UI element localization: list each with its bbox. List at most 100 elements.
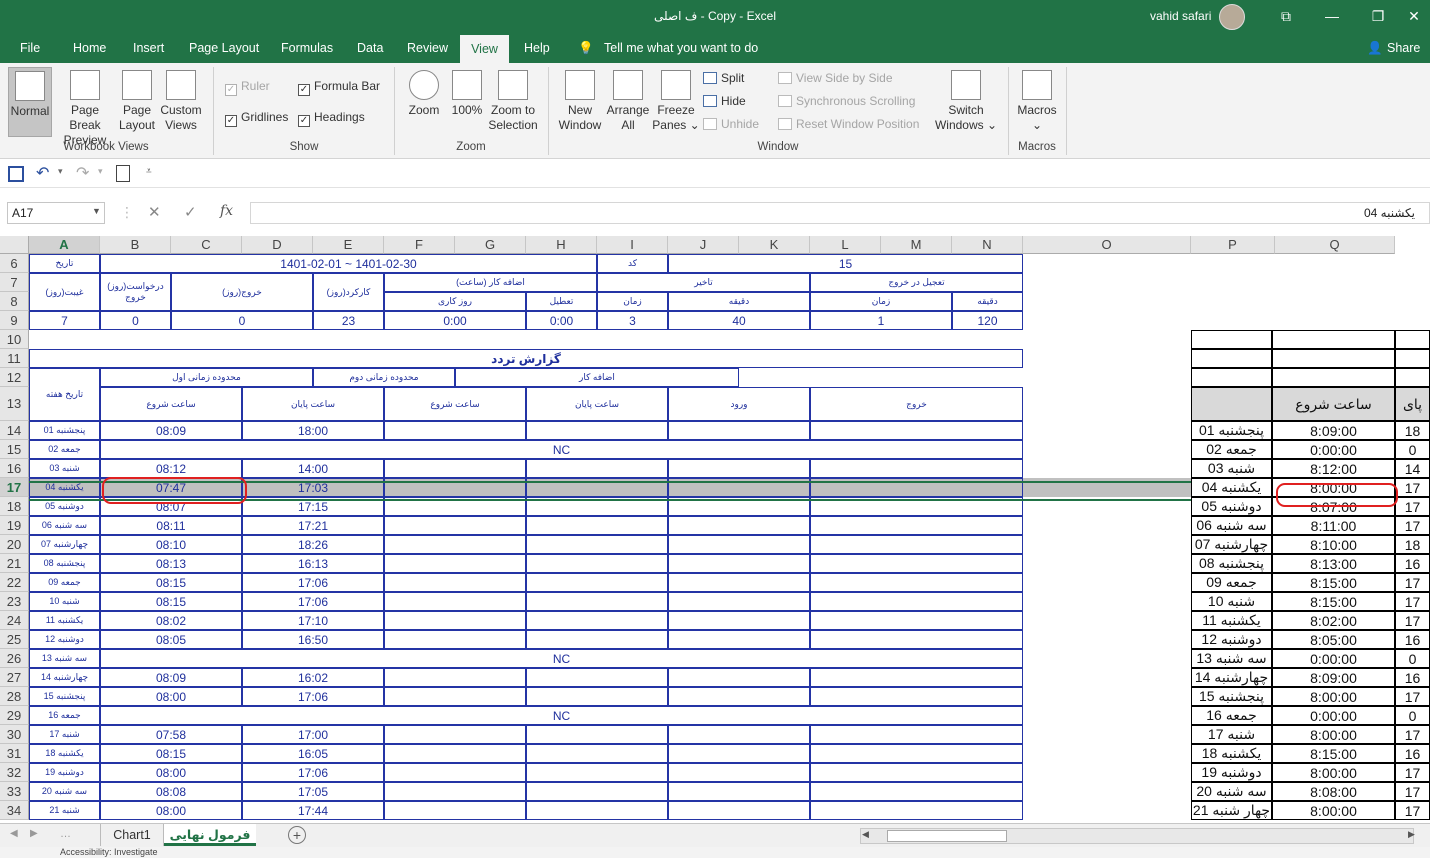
headings-checkbox[interactable]: ✓ Headings — [298, 110, 365, 127]
row-header-32[interactable]: 32 — [0, 763, 29, 782]
formula-input[interactable]: یکشنبه 04 — [250, 202, 1430, 224]
cancel-entry-icon[interactable]: ✕ — [148, 203, 161, 221]
page-layout-view-button[interactable]: Page Layout — [116, 70, 158, 133]
row-header-30[interactable]: 30 — [0, 725, 29, 744]
row-header-11[interactable]: 11 — [0, 349, 29, 368]
name-box-dropdown-icon[interactable]: ▼ — [92, 206, 101, 216]
reset-window-position-button[interactable]: Reset Window Position — [778, 117, 919, 131]
ribbon-display-icon[interactable]: ⧉ — [1263, 0, 1309, 34]
share-icon[interactable]: 👤 — [1367, 34, 1383, 63]
hscroll-right-icon[interactable]: ▶ — [1408, 829, 1415, 840]
row-header-24[interactable]: 24 — [0, 611, 29, 630]
column-header-n[interactable]: N — [952, 236, 1023, 254]
avatar[interactable] — [1219, 4, 1245, 30]
column-header-j[interactable]: J — [668, 236, 739, 254]
zoom-button[interactable]: Zoom — [403, 70, 445, 118]
row-header-23[interactable]: 23 — [0, 592, 29, 611]
column-header-k[interactable]: K — [739, 236, 810, 254]
row-header-17[interactable]: 17 — [0, 478, 29, 497]
horizontal-scrollbar[interactable] — [860, 828, 1414, 844]
row-header-27[interactable]: 27 — [0, 668, 29, 687]
tab-insert[interactable]: Insert — [133, 34, 164, 63]
row-header-7[interactable]: 7 — [0, 273, 29, 292]
insert-function-icon[interactable]: fx — [220, 203, 233, 219]
tab-file[interactable]: File — [20, 34, 40, 63]
column-header-e[interactable]: E — [313, 236, 384, 254]
row-header-20[interactable]: 20 — [0, 535, 29, 554]
gridlines-checkbox[interactable]: ✓ Gridlines — [225, 110, 288, 127]
undo-dropdown-icon[interactable]: ▾ — [58, 166, 63, 177]
scroll-right-icon[interactable]: ▶ — [30, 828, 38, 839]
sheet-tab-final-formula[interactable]: فرمول نهایی — [164, 824, 256, 846]
column-header-l[interactable]: L — [810, 236, 881, 254]
row-header-19[interactable]: 19 — [0, 516, 29, 535]
ruler-checkbox[interactable]: ✓ Ruler — [225, 79, 270, 96]
close-button[interactable]: ✕ — [1398, 0, 1430, 34]
column-header-b[interactable]: B — [100, 236, 171, 254]
column-header-p[interactable]: P — [1191, 236, 1275, 254]
add-sheet-button[interactable]: + — [288, 826, 306, 844]
synchronous-scrolling-button[interactable]: Synchronous Scrolling — [778, 94, 915, 108]
column-header-h[interactable]: H — [526, 236, 597, 254]
tab-home[interactable]: Home — [73, 34, 106, 63]
formula-bar-checkbox[interactable]: ✓ Formula Bar — [298, 79, 380, 96]
scrollbar-thumb[interactable] — [887, 830, 1007, 842]
hscroll-left-icon[interactable]: ◀ — [862, 829, 869, 840]
row-header-12[interactable]: 12 — [0, 368, 29, 387]
tab-data[interactable]: Data — [357, 34, 383, 63]
tab-page-layout[interactable]: Page Layout — [189, 34, 259, 63]
arrange-all-button[interactable]: Arrange All — [604, 70, 652, 133]
row-header-28[interactable]: 28 — [0, 687, 29, 706]
user-name[interactable]: vahid safari — [1150, 9, 1211, 23]
hide-button[interactable]: Hide — [703, 94, 746, 108]
row-header-8[interactable]: 8 — [0, 292, 29, 311]
view-side-by-side-button[interactable]: View Side by Side — [778, 71, 893, 85]
row-header-31[interactable]: 31 — [0, 744, 29, 763]
zoom-to-selection-button[interactable]: Zoom to Selection — [486, 70, 540, 133]
row-header-16[interactable]: 16 — [0, 459, 29, 478]
print-preview-icon[interactable] — [116, 165, 130, 182]
accessibility-status[interactable]: Accessibility: Investigate — [60, 847, 158, 857]
row-header-13[interactable]: 13 — [0, 387, 29, 421]
more-sheets-icon[interactable]: … — [60, 828, 71, 840]
tab-review[interactable]: Review — [407, 34, 448, 63]
row-header-22[interactable]: 22 — [0, 573, 29, 592]
tell-me-search[interactable]: Tell me what you want to do — [604, 34, 758, 63]
row-header-26[interactable]: 26 — [0, 649, 29, 668]
custom-views-button[interactable]: Custom Views — [158, 70, 204, 133]
select-all-corner[interactable] — [0, 236, 29, 254]
column-header-i[interactable]: I — [597, 236, 668, 254]
row-header-6[interactable]: 6 — [0, 254, 29, 273]
page-break-preview-button[interactable]: Page Break Preview — [54, 70, 116, 148]
unhide-button[interactable]: Unhide — [703, 117, 759, 131]
customize-qat-icon[interactable]: ⩡ — [146, 166, 152, 177]
freeze-panes-button[interactable]: Freeze Panes ⌄ — [652, 70, 700, 133]
row-header-15[interactable]: 15 — [0, 440, 29, 459]
redo-icon[interactable]: ↷ — [76, 163, 89, 183]
macros-button[interactable]: Macros ⌄ — [1014, 70, 1060, 133]
share-button[interactable]: Share — [1387, 34, 1420, 63]
confirm-entry-icon[interactable]: ✓ — [184, 203, 197, 221]
tab-formulas[interactable]: Formulas — [281, 34, 333, 63]
row-header-33[interactable]: 33 — [0, 782, 29, 801]
column-header-d[interactable]: D — [242, 236, 313, 254]
split-button[interactable]: Split — [703, 71, 744, 85]
column-header-q[interactable]: Q — [1275, 236, 1395, 254]
minimize-button[interactable]: — — [1309, 0, 1355, 34]
row-header-9[interactable]: 9 — [0, 311, 29, 330]
row-header-21[interactable]: 21 — [0, 554, 29, 573]
lightbulb-icon[interactable]: 💡 — [578, 34, 594, 63]
name-box[interactable]: A17 — [7, 202, 105, 224]
switch-windows-button[interactable]: Switch Windows ⌄ — [932, 70, 1000, 133]
normal-view-button[interactable]: Normal — [8, 67, 52, 137]
scroll-left-icon[interactable]: ◀ — [10, 828, 18, 839]
column-header-a[interactable]: A — [29, 236, 100, 254]
row-header-34[interactable]: 34 — [0, 801, 29, 820]
column-header-g[interactable]: G — [455, 236, 526, 254]
worksheet-grid[interactable]: A B C D E F G H I J K L M N O P Q 6 7 8 9 10 11 12 13 14 15 16 17 18 1… — [0, 236, 1430, 823]
column-header-f[interactable]: F — [384, 236, 455, 254]
row-header-18[interactable]: 18 — [0, 497, 29, 516]
column-header-c[interactable]: C — [171, 236, 242, 254]
tab-view[interactable]: View — [460, 34, 509, 63]
row-header-25[interactable]: 25 — [0, 630, 29, 649]
